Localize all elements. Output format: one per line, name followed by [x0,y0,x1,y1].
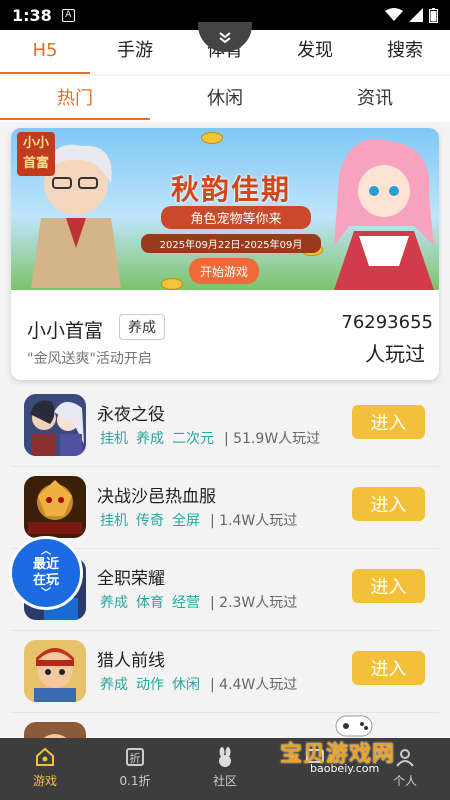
nav-label: 游戏 [32,774,57,788]
recent-label-line1: 最近 [32,557,59,572]
home-icon [36,747,54,766]
coin-decoration [161,278,183,290]
enter-game-button[interactable]: 进入 [352,569,425,603]
game-play-count: | 4.4W人玩过 [210,677,298,693]
game-tag: 养成 [100,677,128,693]
rabbit-icon [219,747,231,767]
nav-community[interactable]: 社区 [180,738,270,800]
featured-game-desc: "金风送爽"活动开启 [27,351,152,367]
nav-games[interactable]: 游戏 [0,738,90,800]
sub-tab-bar: 热门 休闲 资讯 [0,76,450,122]
promo-dates: 2025年09月22日-2025年09月 [141,234,321,253]
promo-subtitle: 角色宠物等你来 [161,206,311,229]
game-tag: 二次元 [172,431,214,447]
game-tag: 全屏 [172,513,200,529]
sim-icon: A [61,8,75,22]
wifi-icon [385,8,403,21]
watermark-logo: 宝贝游戏网 baobeiy.com [280,710,428,782]
tab-search[interactable]: 搜索 [360,30,450,74]
game-tag: 经营 [172,595,200,611]
game-icon-lierenqianxian [24,640,86,702]
featured-game-tag: 养成 [119,314,165,340]
svg-text:折: 折 [130,751,141,765]
list-item[interactable]: 决战沙邑热血服 挂机 传奇 全屏 | 1.4W人玩过 进入 [11,467,439,549]
game-name: 猎人前线 [97,651,165,671]
tab-h5[interactable]: H5 [0,30,90,74]
start-game-button[interactable]: 开始游戏 [189,258,259,284]
nav-discount[interactable]: 折 0.1折 [90,738,180,800]
game-tag: 传奇 [136,513,164,529]
game-logo: 小小首富 [17,132,55,176]
nav-label: 0.1折 [119,774,151,788]
game-tag: 体育 [136,595,164,611]
list-item[interactable]: 永夜之役 挂机 养成 二次元 | 51.9W人玩过 进入 [11,385,439,467]
chevron-double-down-icon [219,32,231,44]
featured-info: 小小首富 养成 "金风送爽"活动开启 76293655 人玩过 [11,290,439,380]
enter-game-button[interactable]: 进入 [352,651,425,685]
game-tag: 养成 [136,431,164,447]
chevron-up-icon: ︿ [41,546,51,557]
game-tag: 挂机 [100,431,128,447]
game-play-count: | 51.9W人玩过 [224,431,321,447]
featured-banner[interactable]: 小小首富 秋韵佳期 角色宠物等你来 2025年09月22日-2025年09月 开… [11,128,439,290]
signal-icon [409,8,423,22]
chevron-down-icon: ﹀ [41,588,51,599]
game-name: 全职荣耀 [97,569,165,589]
game-tags: 挂机 养成 二次元 | 51.9W人玩过 [100,428,320,448]
list-item[interactable]: 猎人前线 养成 动作 休闲 | 4.4W人玩过 进入 [11,631,439,713]
tab-casual[interactable]: 休闲 [150,76,300,122]
tab-discover[interactable]: 发现 [270,30,360,74]
promo-title: 秋韵佳期 [170,173,291,206]
enter-game-button[interactable]: 进入 [352,405,425,439]
game-tag: 动作 [136,677,164,693]
game-play-count: | 1.4W人玩过 [210,513,298,529]
nav-label: 社区 [212,774,237,788]
game-play-count: | 2.3W人玩过 [210,595,298,611]
watermark-url: baobeiy.com [310,762,380,775]
discount-icon: 折 [126,748,144,766]
featured-play-count-label: 人玩过 [365,342,425,366]
recent-label-line2: 在玩 [32,573,59,588]
character-right-illustration [334,139,434,290]
tab-hot[interactable]: 热门 [0,76,150,122]
game-tags: 挂机 传奇 全屏 | 1.4W人玩过 [100,510,297,530]
game-icon-juezhanshayi [24,476,86,538]
battery-icon [429,7,438,23]
featured-game-card[interactable]: 小小首富 秋韵佳期 角色宠物等你来 2025年09月22日-2025年09月 开… [11,128,439,380]
game-name: 永夜之役 [97,405,165,425]
game-tag: 挂机 [100,513,128,529]
game-icon-yongyezhiyi [24,394,86,456]
coin-decoration [201,132,223,144]
featured-game-name: 小小首富 [27,320,104,342]
featured-play-count: 76293655 [341,312,433,333]
game-tags: 养成 体育 经营 | 2.3W人玩过 [100,592,297,612]
game-tag: 休闲 [172,677,200,693]
enter-game-button[interactable]: 进入 [352,487,425,521]
tab-mobile-games[interactable]: 手游 [90,30,180,74]
game-tags: 养成 动作 休闲 | 4.4W人玩过 [100,674,297,694]
tab-news[interactable]: 资讯 [300,76,450,122]
recently-played-button[interactable]: ︿ 最近 在玩 ﹀ [9,536,83,610]
game-tag: 养成 [100,595,128,611]
status-time: 1:38 [12,5,52,25]
game-name: 决战沙邑热血服 [97,487,216,507]
